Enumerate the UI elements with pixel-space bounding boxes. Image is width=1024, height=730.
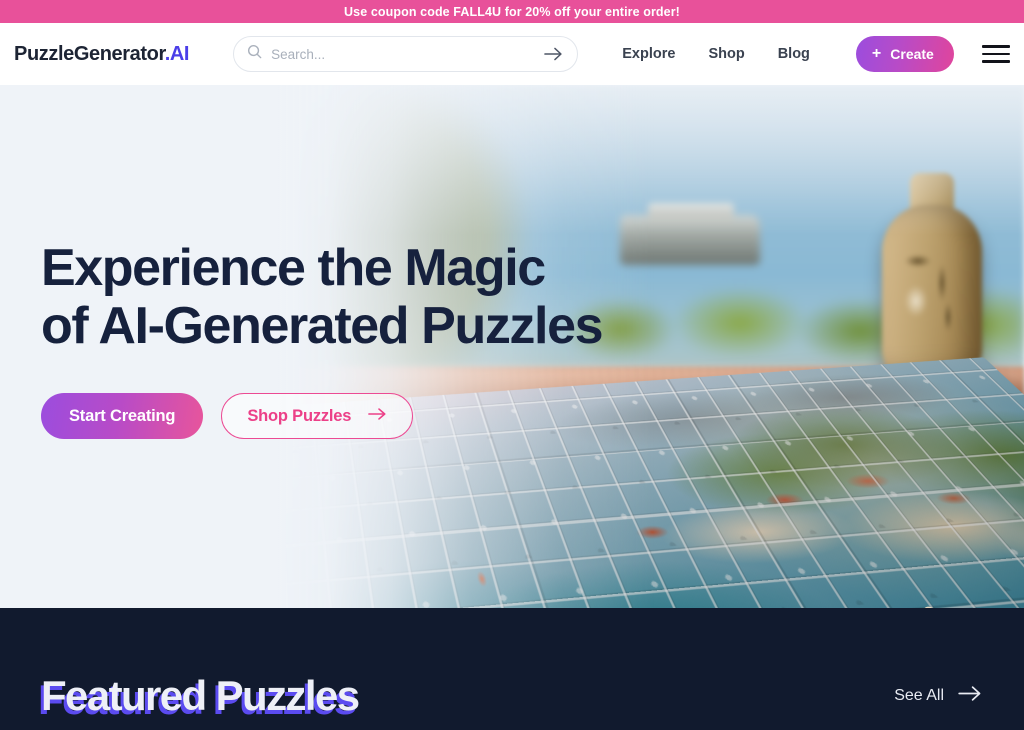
hamburger-bar [982,60,1010,63]
hero-content: Experience the Magic of AI-Generated Puz… [0,85,1024,439]
hero-cta-group: Start Creating Shop Puzzles [41,393,1024,439]
create-button-label: Create [890,46,934,62]
featured-puzzles-title: Featured Puzzles [41,672,359,720]
nav-link-blog[interactable]: Blog [778,46,810,62]
promo-banner-text: Use coupon code FALL4U for 20% off your … [344,5,680,19]
nav-link-explore[interactable]: Explore [622,46,675,62]
site-header: PuzzleGenerator.AI Explore Shop Blog + C… [0,23,1024,85]
shop-puzzles-button[interactable]: Shop Puzzles [221,393,413,439]
site-logo[interactable]: PuzzleGenerator.AI [14,43,189,66]
shop-puzzles-label: Shop Puzzles [247,407,351,426]
arrow-right-icon [958,685,983,707]
main-navigation: Explore Shop Blog [622,46,810,62]
start-creating-button[interactable]: Start Creating [41,393,203,439]
logo-main-text: PuzzleGenerator [14,43,165,65]
plus-icon: + [872,46,881,62]
nav-link-shop[interactable]: Shop [708,46,744,62]
logo-accent-text: .AI [165,43,189,65]
see-all-link[interactable]: See All [894,685,983,707]
see-all-label: See All [894,687,944,705]
hamburger-menu-icon[interactable] [982,42,1010,66]
arrow-right-icon [368,407,387,426]
create-button[interactable]: + Create [856,36,954,72]
hero-headline: Experience the Magic of AI-Generated Puz… [41,240,1024,355]
hamburger-bar [982,45,1010,48]
search-bar[interactable] [233,36,578,72]
hero-section: Experience the Magic of AI-Generated Puz… [0,85,1024,608]
hamburger-bar [982,53,1010,56]
promo-banner: Use coupon code FALL4U for 20% off your … [0,0,1024,23]
search-icon [247,44,262,64]
featured-puzzles-section: Featured Puzzles See All [0,608,1024,730]
search-input[interactable] [271,47,535,62]
search-submit-button[interactable] [544,46,563,62]
